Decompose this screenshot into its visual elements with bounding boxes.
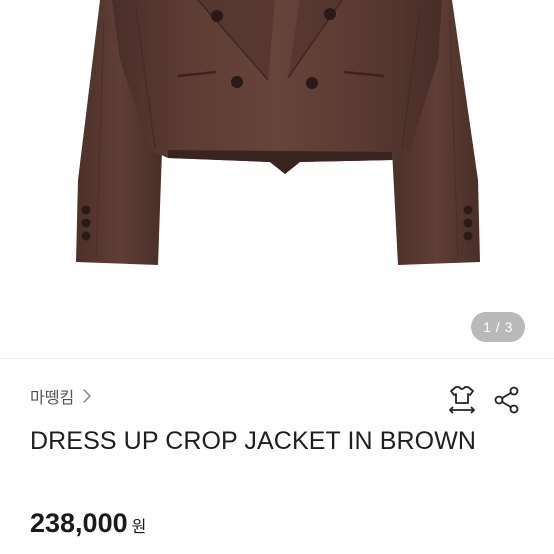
size-guide-button[interactable] <box>447 384 477 414</box>
product-title: DRESS UP CROP JACKET IN BROWN <box>30 427 477 455</box>
price-amount: 238,000 <box>30 508 128 538</box>
size-guide-shirt-icon <box>449 386 475 414</box>
product-image-gallery[interactable]: 1 / 3 <box>0 0 554 358</box>
store-name: 마뗑킴 <box>30 390 75 407</box>
chevron-right-icon <box>83 389 91 403</box>
image-page-indicator: 1 / 3 <box>471 312 525 342</box>
product-image <box>76 0 480 265</box>
section-divider <box>0 358 554 359</box>
store-link[interactable]: 마뗑킴 <box>30 383 92 409</box>
share-icon <box>494 386 519 414</box>
price-row: 238,000 원 <box>30 508 146 539</box>
price-currency: 원 <box>131 519 147 536</box>
share-button[interactable] <box>492 385 522 415</box>
